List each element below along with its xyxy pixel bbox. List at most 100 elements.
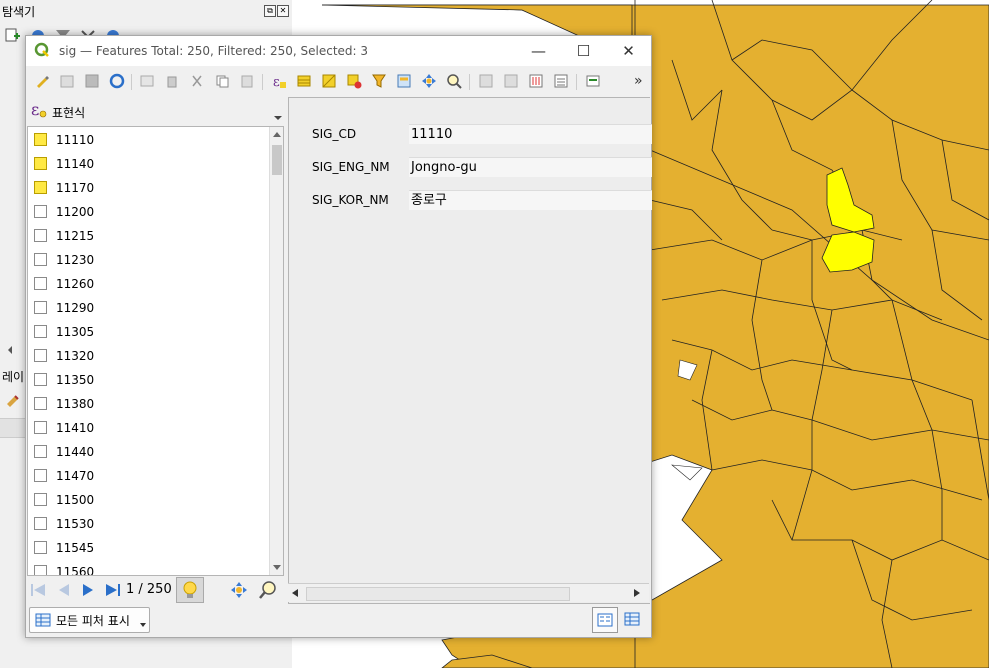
- filter-select-icon[interactable]: [371, 73, 387, 89]
- multi-edit-icon[interactable]: [59, 73, 75, 89]
- feature-list-item[interactable]: 11440: [28, 440, 268, 464]
- feature-list-item[interactable]: 11170: [28, 176, 268, 200]
- maximize-button[interactable]: ☐: [561, 36, 606, 66]
- deselect-all-icon[interactable]: [346, 73, 362, 89]
- save-edits-icon[interactable]: [84, 73, 100, 89]
- feature-selection-checkbox[interactable]: [34, 157, 47, 170]
- feature-selection-checkbox[interactable]: [34, 397, 47, 410]
- table-view-button[interactable]: [620, 607, 644, 631]
- feature-selection-checkbox[interactable]: [34, 205, 47, 218]
- add-feature-icon[interactable]: [139, 73, 155, 89]
- feature-list-item[interactable]: 11530: [28, 512, 268, 536]
- feature-list-item[interactable]: 11560: [28, 560, 268, 575]
- feature-selection-checkbox[interactable]: [34, 421, 47, 434]
- show-all-features-dropdown[interactable]: 모든 피처 표시: [29, 607, 150, 633]
- feature-list-item-label: 11230: [56, 253, 95, 267]
- toggle-editing-icon[interactable]: [34, 73, 50, 89]
- feature-list-item[interactable]: 11470: [28, 464, 268, 488]
- layer-styling-icon[interactable]: [5, 392, 21, 408]
- previous-feature-icon[interactable]: [56, 582, 72, 598]
- feature-selection-checkbox[interactable]: [34, 445, 47, 458]
- feature-list-item[interactable]: 11500: [28, 488, 268, 512]
- conditional-formatting-icon[interactable]: [585, 73, 601, 89]
- feature-list-item[interactable]: 11305: [28, 320, 268, 344]
- feature-list-item[interactable]: 11110: [28, 128, 268, 152]
- qgis-logo-icon: [34, 42, 49, 57]
- feature-list-item[interactable]: 11350: [28, 368, 268, 392]
- left-panel-divider: [0, 418, 26, 438]
- first-feature-icon[interactable]: [30, 582, 48, 598]
- highlight-toggle-button[interactable]: [176, 577, 204, 603]
- expression-preview-row[interactable]: ε 표현식: [30, 100, 285, 122]
- delete-feature-icon[interactable]: [164, 73, 180, 89]
- feature-list-item[interactable]: 11200: [28, 200, 268, 224]
- form-scrollbar-thumb[interactable]: [306, 587, 570, 601]
- zoom-to-selected-icon[interactable]: [446, 73, 462, 89]
- feature-list-item-label: 11350: [56, 373, 95, 387]
- feature-selection-checkbox[interactable]: [34, 493, 47, 506]
- feature-selection-checkbox[interactable]: [34, 325, 47, 338]
- next-feature-icon[interactable]: [80, 582, 96, 598]
- field-value-sig-eng-nm[interactable]: Jongno-gu: [409, 157, 652, 177]
- feature-selection-checkbox[interactable]: [34, 133, 47, 146]
- form-view-button[interactable]: [592, 607, 618, 633]
- pan-to-feature-icon[interactable]: [230, 581, 248, 599]
- feature-list-item[interactable]: 11410: [28, 416, 268, 440]
- feature-selection-checkbox[interactable]: [34, 349, 47, 362]
- feature-list-item[interactable]: 11230: [28, 248, 268, 272]
- select-by-expression-icon[interactable]: ε: [271, 73, 287, 89]
- paste-icon[interactable]: [239, 73, 255, 89]
- feature-selection-checkbox[interactable]: [34, 469, 47, 482]
- toolbar-overflow-button[interactable]: »: [634, 73, 643, 89]
- svg-text:ε: ε: [273, 75, 280, 89]
- select-all-icon[interactable]: [296, 73, 312, 89]
- feature-selection-checkbox[interactable]: [34, 253, 47, 266]
- expression-dropdown-icon[interactable]: [273, 114, 283, 122]
- feature-selection-checkbox[interactable]: [34, 373, 47, 386]
- feature-list[interactable]: 11110 11140 11170 11200 11215 11230 11260 11290…: [27, 126, 284, 576]
- dialog-titlebar[interactable]: sig — Features Total: 250, Filtered: 250…: [26, 36, 651, 66]
- pan-to-selected-icon[interactable]: [421, 73, 437, 89]
- float-panel-button[interactable]: ⧉: [264, 5, 276, 17]
- feature-selection-checkbox[interactable]: [34, 277, 47, 290]
- last-feature-icon[interactable]: [104, 582, 122, 598]
- feature-list-item[interactable]: 11260: [28, 272, 268, 296]
- feature-selection-checkbox[interactable]: [34, 565, 47, 575]
- delete-field-icon[interactable]: [503, 73, 519, 89]
- browser-horizontal-scrollbar[interactable]: [0, 343, 26, 357]
- scrollbar-thumb[interactable]: [272, 145, 282, 175]
- move-selection-to-top-icon[interactable]: [396, 73, 412, 89]
- feature-selection-checkbox[interactable]: [34, 181, 47, 194]
- close-button[interactable]: ✕: [606, 36, 651, 66]
- feature-list-item-label: 11440: [56, 445, 95, 459]
- minimize-button[interactable]: —: [516, 36, 561, 66]
- feature-list-item[interactable]: 11545: [28, 536, 268, 560]
- feature-list-item[interactable]: 11320: [28, 344, 268, 368]
- cut-icon[interactable]: [189, 73, 205, 89]
- field-value-sig-kor-nm[interactable]: 종로구: [409, 190, 652, 210]
- browser-panel-title: 탐색기: [2, 5, 36, 19]
- zoom-to-feature-icon[interactable]: [258, 580, 278, 600]
- feature-selection-checkbox[interactable]: [34, 517, 47, 530]
- attribute-toolbar: ε »: [26, 66, 651, 96]
- feature-list-item[interactable]: 11290: [28, 296, 268, 320]
- form-view-icon: [597, 613, 613, 627]
- feature-selection-checkbox[interactable]: [34, 541, 47, 554]
- add-selected-layers-icon[interactable]: [5, 27, 21, 43]
- organize-columns-icon[interactable]: [528, 73, 544, 89]
- feature-list-item[interactable]: 11140: [28, 152, 268, 176]
- feature-selection-checkbox[interactable]: [34, 301, 47, 314]
- reload-icon[interactable]: [109, 73, 125, 89]
- feature-selection-checkbox[interactable]: [34, 229, 47, 242]
- feature-list-item[interactable]: 11215: [28, 224, 268, 248]
- field-calculator-icon[interactable]: [553, 73, 569, 89]
- form-horizontal-scrollbar[interactable]: [288, 583, 649, 602]
- new-field-icon[interactable]: [478, 73, 494, 89]
- close-panel-button[interactable]: ✕: [277, 5, 289, 17]
- field-label-sig-kor-nm: SIG_KOR_NM: [312, 193, 389, 207]
- feature-list-scrollbar[interactable]: [269, 127, 283, 575]
- feature-list-item[interactable]: 11380: [28, 392, 268, 416]
- copy-icon[interactable]: [214, 73, 230, 89]
- invert-selection-icon[interactable]: [321, 73, 337, 89]
- field-value-sig-cd[interactable]: 11110: [409, 124, 652, 144]
